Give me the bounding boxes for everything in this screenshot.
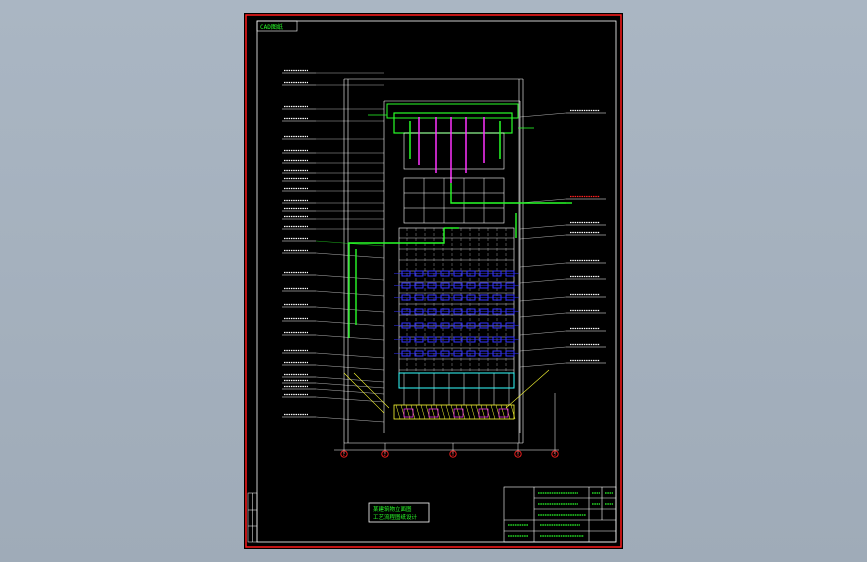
equipment-rows	[394, 270, 519, 357]
drawing-title-line2: 工艺流程图纸设计	[373, 513, 418, 521]
upper-equipment	[368, 103, 534, 183]
axis-label: 3	[452, 452, 455, 457]
axis-bubble: 3	[449, 450, 457, 458]
axis-bubble: 2	[381, 450, 389, 458]
axis-label: 1	[343, 452, 346, 457]
cad-viewport[interactable]: CAD图纸 1 2 3 4 5 某建筑物立面图 工艺流程图纸设计	[0, 0, 867, 562]
pipe-runs	[348, 183, 572, 338]
structural-frame-grid	[398, 177, 515, 405]
axis-lines	[343, 393, 556, 454]
axis-label: 5	[554, 452, 557, 457]
elevation-drawing: CAD图纸 1 2 3 4 5 某建筑物立面图 工艺流程图纸设计	[245, 14, 622, 548]
building-outline	[334, 78, 559, 451]
axis-label: 4	[517, 452, 520, 457]
base-equipment	[343, 369, 550, 420]
outer-frame	[245, 14, 622, 548]
axis-label: 2	[384, 452, 387, 457]
right-annotations	[519, 109, 606, 368]
corner-tag-text: CAD图纸	[260, 23, 283, 31]
drawing-title-box: 某建筑物立面图 工艺流程图纸设计	[368, 502, 430, 523]
inner-frame	[256, 20, 617, 543]
axis-bubble: 4	[514, 450, 522, 458]
corner-tag: CAD图纸	[256, 20, 298, 32]
axis-bubble: 1	[340, 450, 348, 458]
grid-axis-bubbles: 1 2 3 4 5	[340, 450, 559, 458]
axis-bubble: 5	[551, 450, 559, 458]
binding-strip	[247, 492, 258, 543]
drawing-title-line1: 某建筑物立面图	[373, 505, 412, 513]
drawing-sheet: CAD图纸 1 2 3 4 5 某建筑物立面图 工艺流程图纸设计	[244, 13, 623, 549]
title-block-text	[508, 492, 613, 537]
left-annotations	[282, 69, 385, 423]
